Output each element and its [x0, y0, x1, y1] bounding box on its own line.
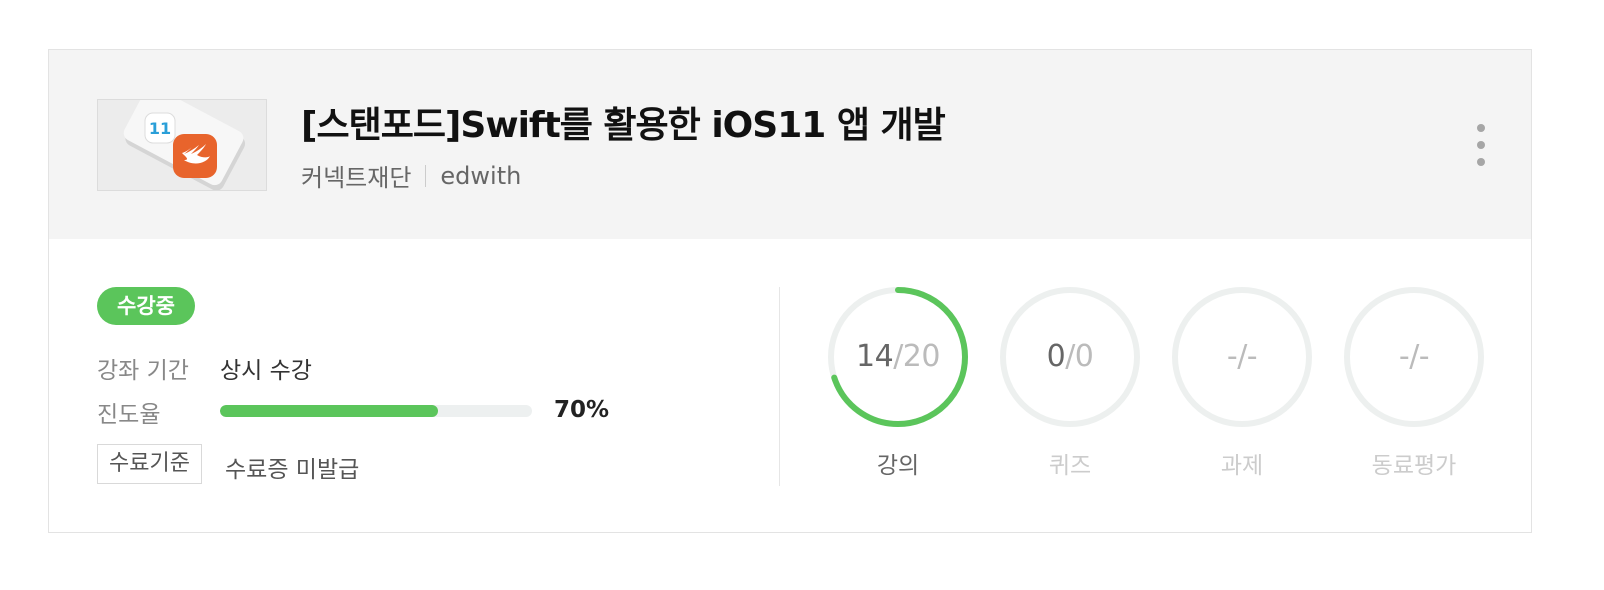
course-thumbnail[interactable]: 11 — [97, 99, 267, 191]
stat-peer-review[interactable]: -/- 동료평가 — [1343, 286, 1485, 480]
status-badge: 수강중 — [97, 287, 195, 325]
progress-label: 진도율 — [97, 402, 161, 428]
section-divider — [779, 287, 780, 486]
progress-bar-fill — [220, 405, 439, 417]
course-platform: edwith — [440, 161, 522, 190]
svg-text:11: 11 — [149, 119, 171, 138]
stat-label: 과제 — [1220, 453, 1264, 479]
stat-label: 퀴즈 — [1048, 453, 1092, 479]
stat-label: 강의 — [876, 453, 920, 479]
stat-assignments[interactable]: -/- 과제 — [1171, 286, 1313, 480]
stat-lectures[interactable]: 14/20 강의 — [827, 286, 969, 480]
stat-total: - — [1246, 339, 1258, 374]
course-subtitle: 커넥트재단 edwith — [301, 158, 521, 193]
certificate-status: 수료증 미발급 — [225, 457, 360, 483]
stat-value: - — [1398, 339, 1410, 374]
completion-criteria-button[interactable]: 수료기준 — [97, 444, 202, 484]
stat-total: 0 — [1074, 339, 1094, 374]
course-header: 11 [스탠포드]Swift를 활용한 iOS11 앱 개발 커넥트재단 edw… — [49, 50, 1531, 239]
divider — [425, 164, 427, 187]
swift-logo-icon: 11 — [98, 100, 266, 190]
period-value: 상시 수강 — [220, 358, 312, 384]
stat-value: - — [1226, 339, 1238, 374]
progress-percent: 70% — [554, 397, 610, 423]
course-provider: 커넥트재단 — [301, 164, 412, 192]
stat-label: 동료평가 — [1371, 453, 1457, 479]
stat-total: 20 — [902, 339, 941, 374]
stat-value: 0 — [1046, 339, 1066, 374]
period-label: 강좌 기간 — [97, 358, 189, 384]
more-options-icon[interactable] — [1473, 124, 1489, 168]
stat-value: 14 — [856, 339, 894, 374]
stat-quizzes[interactable]: 0/0 퀴즈 — [999, 286, 1141, 480]
stat-total: - — [1418, 339, 1430, 374]
course-card: 11 [스탠포드]Swift를 활용한 iOS11 앱 개발 커넥트재단 edw… — [48, 49, 1532, 533]
progress-bar — [220, 405, 532, 417]
course-title[interactable]: [스탠포드]Swift를 활용한 iOS11 앱 개발 — [301, 96, 946, 148]
